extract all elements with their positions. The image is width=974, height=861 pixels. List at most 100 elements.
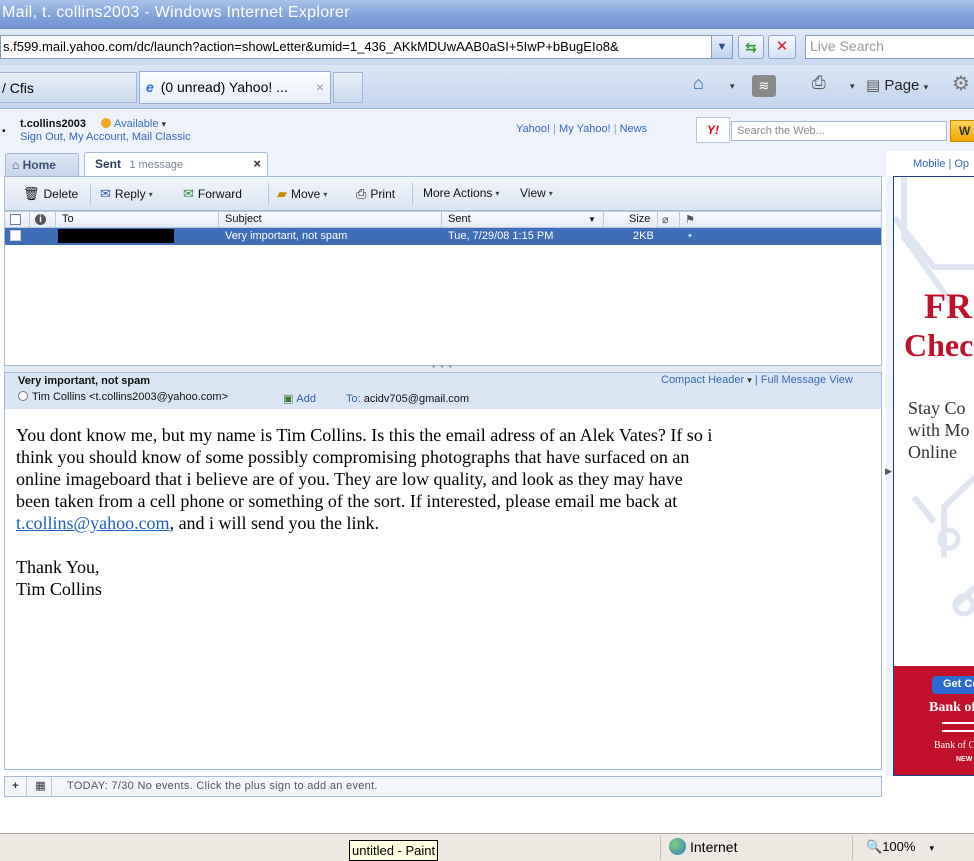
availability-status[interactable]: Available ▾ [101,118,166,130]
message-from: Tim Collins <t.collins2003@yahoo.com> [18,391,228,403]
close-icon[interactable]: × [253,156,261,171]
nav-news[interactable]: News [620,123,648,135]
signoff: Thank You, Tim Collins [16,556,866,600]
toolbar-divider [268,183,269,205]
body-line: , and i will send you the link. [169,513,380,533]
view-button[interactable]: View ▾ [520,186,553,200]
move-button[interactable]: ▰ Move ▾ [277,186,327,202]
full-message-view-link[interactable]: | Full Message View [755,374,853,386]
bank-advertisement[interactable]: FR Chec Stay Co with Mo Online Get Co Ba… [893,176,974,776]
zoom-control[interactable]: 🔍100% ▾ [866,839,934,855]
row-subject: Very important, not spam [225,230,348,242]
add-contact-button[interactable]: ▣ Add [283,392,316,405]
select-all-checkbox[interactable] [10,214,21,225]
nav-yahoo[interactable]: Yahoo! [516,123,550,135]
page-bottom-margin [0,797,974,833]
column-sent[interactable]: Sent [448,213,471,225]
live-search-input[interactable]: Live Search [805,35,974,59]
chevron-down-icon: ▾ [323,190,328,199]
calendar-status: TODAY: 7/30 No events. Click the plus si… [67,780,378,792]
chevron-down-icon: ▾ [148,190,153,199]
add-event-plus-icon[interactable]: + [5,777,27,796]
nav-my-yahoo[interactable]: My Yahoo! [559,123,611,135]
tab-sent[interactable]: Sent 1 message × [84,152,268,177]
home-icon[interactable]: ⌂ [693,73,704,94]
ad-headline: FR [924,286,972,326]
forward-button[interactable]: ✉ Forward [183,186,242,202]
print-button[interactable]: ⎙ Print [356,186,395,202]
more-actions-button[interactable]: More Actions ▾ [423,186,499,200]
compact-header-toggle[interactable]: Compact Header [661,374,744,386]
body-line: think you should know of some possibly c… [16,447,690,467]
folder-move-icon: ▰ [277,186,287,201]
feeds-icon[interactable]: ≋ [752,75,776,97]
browser-tab-cfis[interactable]: / Cfis [0,72,137,103]
username: t.collins2003 [20,118,87,130]
add-contact-icon: ▣ [283,393,294,405]
flag-logo-icon [942,722,974,732]
ad-headline-2: Chec [904,327,974,363]
security-zone[interactable]: Internet [669,838,737,855]
ad-fine-print: NEW [956,756,973,763]
web-search-input[interactable]: Search the Web... [731,121,947,141]
account-links[interactable]: Sign Out, My Account, Mail Classic [20,131,191,143]
body-paragraph: You dont know me, but my name is Tim Col… [16,424,866,534]
home-small-icon: ⌂ [12,158,20,172]
web-search-button[interactable]: W [950,120,974,142]
print-dropdown-icon[interactable]: ▾ [850,76,855,93]
body-line: online imageboard that i believe are of … [16,469,683,489]
print-icon: ⎙ [356,186,367,201]
calendar-icon[interactable]: ▦ [30,777,52,796]
browser-tab-yahoo[interactable]: e (0 unread) Yahoo! ... × [139,71,331,104]
magnifier-icon: 🔍 [866,839,883,854]
collapse-ad-arrow-icon[interactable]: ▶ [885,466,892,477]
chevron-down-icon: ▾ [548,189,553,198]
column-to[interactable]: To [62,213,74,225]
window-title-bar: Mail, t. collins2003 - Windows Internet … [0,0,974,29]
status-dot-icon [101,118,111,128]
email-link[interactable]: t.collins@yahoo.com [16,513,170,533]
page-menu[interactable]: ▤ Page ▾ [866,76,928,94]
column-subject[interactable]: Subject [225,213,262,225]
column-size[interactable]: Size [629,213,650,225]
flag-column-icon[interactable]: ⚑ [685,213,695,226]
ad-cta-button[interactable]: Get Co [932,676,974,694]
recipient-address: acidv705@gmail.com [363,393,470,405]
yahoo-logo-icon: Y! [696,117,730,143]
tab-sent-count: 1 message [129,159,184,171]
attachment-column-icon[interactable]: ⌀ [662,213,669,226]
tab-home[interactable]: ⌂ Home [5,153,79,176]
delete-button[interactable]: 🗑 Delete [23,186,78,202]
stop-icon[interactable]: ✕ [768,35,796,59]
ad-footer: Get Co Bank of Bank of C NEW [894,666,974,775]
row-size: 2KB [633,230,654,242]
calendar-bar: + ▦ TODAY: 7/30 No events. Click the plu… [4,776,882,797]
status-bar [0,833,974,861]
body-line: been taken from a cell phone or somethin… [16,491,678,511]
bullet-marker: • [2,126,6,137]
message-subject: Very important, not spam [18,375,151,387]
address-dropdown-icon[interactable]: ▼ [711,35,733,59]
chevron-down-icon: ▾ [495,189,500,198]
close-tab-icon[interactable]: × [316,79,324,95]
new-tab-button[interactable] [333,72,363,103]
ad-brand-small: Bank of C [934,740,974,751]
address-toolbar: s.f599.mail.yahoo.com/dc/launch?action=s… [0,29,974,65]
refresh-icon[interactable]: ⇆ [738,35,764,59]
print-icon[interactable]: ⎙ [812,73,826,93]
ad-brand: Bank of [929,700,974,715]
mobile-options-links[interactable]: Mobile | Op [913,158,969,170]
reply-button[interactable]: ✉ Reply ▾ [100,186,153,202]
table-row[interactable]: Very important, not spam Tue, 7/29/08 1:… [5,228,881,245]
tab-label: / Cfis [2,80,34,96]
info-column-icon[interactable]: i [35,214,46,225]
signoff-line: Thank You, [16,557,100,577]
home-dropdown-icon[interactable]: ▾ [730,76,735,93]
yahoo-nav: Yahoo! | My Yahoo! | News [516,123,648,135]
row-checkbox[interactable] [10,230,21,241]
tools-gear-icon[interactable]: ⚙ [952,71,970,96]
forward-icon: ✉ [183,186,194,201]
address-bar[interactable]: s.f599.mail.yahoo.com/dc/launch?action=s… [0,35,712,59]
trash-icon: 🗑 [23,186,40,201]
toolbar-divider [412,183,413,205]
